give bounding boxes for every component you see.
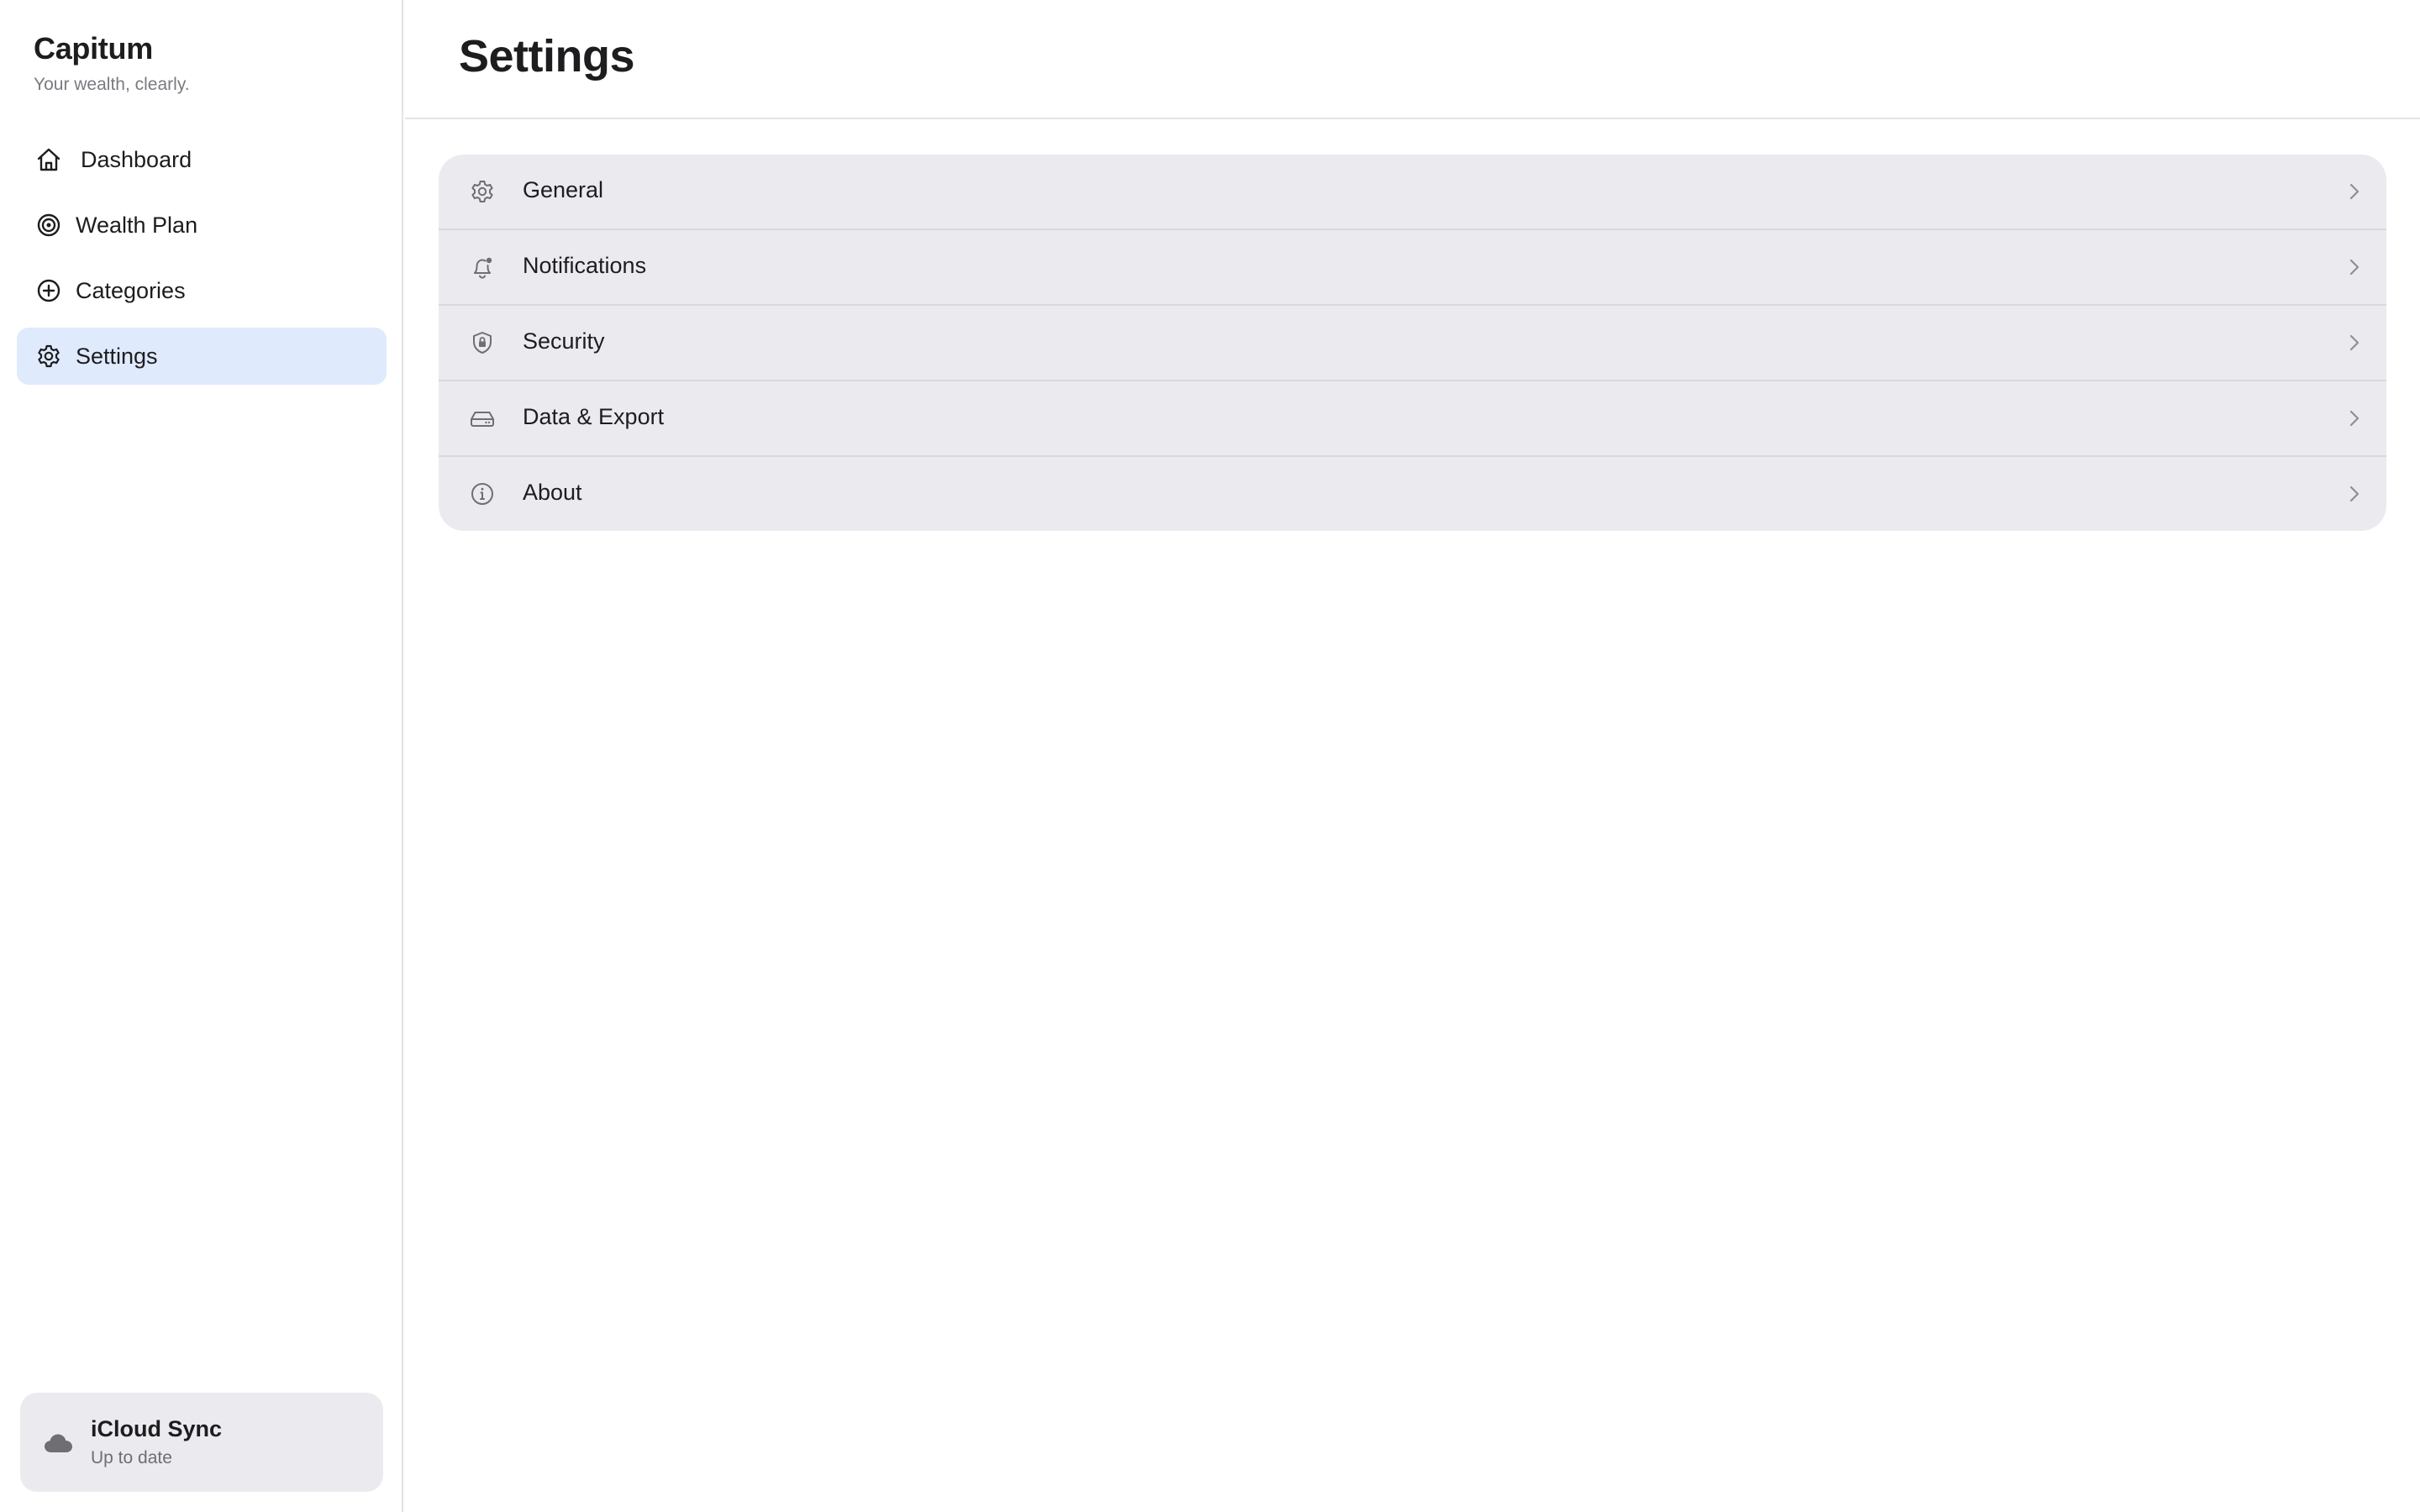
target-icon	[35, 212, 62, 239]
sidebar-item-label: Categories	[76, 277, 186, 303]
app-tagline: Your wealth, clearly.	[34, 75, 190, 94]
app-window: Capitum Your wealth, clearly. Dashboard	[0, 0, 2420, 1512]
sidebar: Capitum Your wealth, clearly. Dashboard	[0, 0, 403, 1512]
gear-icon	[35, 343, 62, 370]
settings-row-label: Security	[523, 328, 605, 354]
page-header: Settings	[405, 0, 2420, 119]
settings-row-label: Data & Export	[523, 404, 665, 429]
main-content: Settings General Notifications Security …	[405, 0, 2420, 1512]
brand: Capitum Your wealth, clearly.	[34, 30, 190, 96]
shield-lock-icon	[467, 328, 497, 358]
settings-row-notifications[interactable]: Notifications	[439, 230, 2386, 306]
house-icon	[35, 146, 62, 173]
sync-status: Up to date	[91, 1448, 172, 1467]
sidebar-item-settings[interactable]: Settings	[17, 328, 387, 385]
sidebar-item-categories[interactable]: Categories	[17, 262, 387, 319]
info-circle-icon	[467, 479, 497, 509]
chevron-right-icon	[2343, 331, 2366, 354]
chevron-right-icon	[2343, 180, 2366, 203]
sidebar-item-label: Settings	[76, 343, 158, 369]
settings-list: General Notifications Security Data & Ex…	[439, 155, 2386, 531]
cloud-icon	[42, 1426, 76, 1460]
chevron-right-icon	[2343, 255, 2366, 279]
settings-row-label: Notifications	[523, 253, 647, 278]
chevron-right-icon	[2343, 407, 2366, 430]
settings-row-general[interactable]: General	[439, 155, 2386, 230]
page-title: Settings	[459, 31, 635, 81]
settings-row-security[interactable]: Security	[439, 306, 2386, 381]
settings-row-label: General	[523, 177, 604, 202]
gear-icon	[467, 176, 497, 207]
bell-badge-icon	[467, 252, 497, 282]
sidebar-item-label: Dashboard	[81, 146, 192, 172]
app-name: Capitum	[34, 31, 153, 66]
sync-title: iCloud Sync	[91, 1416, 223, 1441]
chevron-right-icon	[2343, 482, 2366, 506]
drive-icon	[467, 403, 497, 433]
settings-row-label: About	[523, 480, 582, 505]
settings-row-data-export[interactable]: Data & Export	[439, 381, 2386, 457]
sidebar-item-dashboard[interactable]: Dashboard	[17, 131, 387, 188]
icloud-sync-card[interactable]: iCloud Sync Up to date	[20, 1393, 383, 1492]
sidebar-nav: Dashboard Wealth Plan Categories Setting…	[17, 131, 387, 393]
sidebar-item-wealth-plan[interactable]: Wealth Plan	[17, 197, 387, 254]
settings-row-about[interactable]: About	[439, 457, 2386, 531]
sidebar-item-label: Wealth Plan	[76, 212, 198, 238]
plus-circle-icon	[35, 277, 62, 304]
